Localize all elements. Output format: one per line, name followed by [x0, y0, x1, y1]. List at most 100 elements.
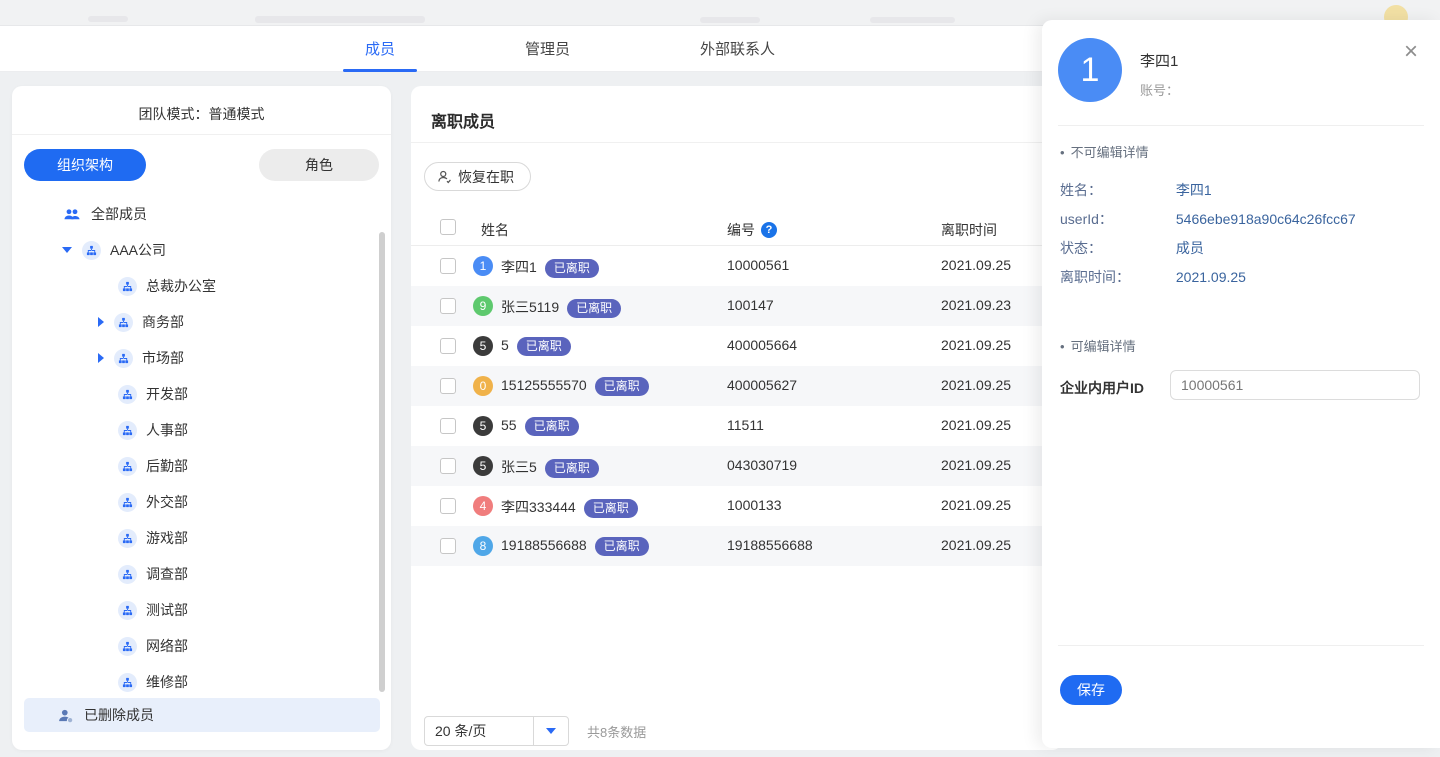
tree-item-dept[interactable]: 市场部 [12, 340, 391, 376]
org-structure-button[interactable]: 组织架构 [24, 149, 146, 181]
chevron-right-icon[interactable] [98, 353, 104, 363]
table-row[interactable]: 8 19188556688已离职 19188556688 2021.09.25 [411, 526, 1062, 566]
page-size-value: 20 条/页 [425, 721, 533, 741]
row-checkbox[interactable] [440, 258, 456, 274]
tree-item-all-members[interactable]: 全部成员 [12, 196, 391, 232]
avatar: 5 [473, 336, 493, 356]
org-icon [118, 493, 137, 512]
tree-item-label: 总裁办公室 [146, 276, 216, 296]
avatar: 1 [473, 256, 493, 276]
tree-item-dept[interactable]: 调查部 [12, 556, 391, 592]
field-value: 成员 [1176, 240, 1204, 256]
account-label: 账号： [1140, 80, 1179, 99]
member-number: 10000561 [727, 257, 789, 273]
table-row[interactable]: 5 5已离职 400005664 2021.09.25 [411, 326, 1062, 366]
internal-user-id-input[interactable] [1170, 370, 1420, 400]
team-mode-title: 团队模式：普通模式 [12, 86, 391, 134]
detail-field: 离职时间： 2021.09.25 [1060, 267, 1420, 287]
member-name: 李四1 [501, 259, 537, 275]
close-icon[interactable]: × [1404, 40, 1418, 64]
tree-item-dept[interactable]: 网络部 [12, 628, 391, 664]
member-number: 19188556688 [727, 537, 813, 553]
table-row[interactable]: 1 李四1已离职 10000561 2021.09.25 [411, 246, 1062, 286]
tree-item-dept[interactable]: 游戏部 [12, 520, 391, 556]
restore-employment-button[interactable]: 恢复在职 [424, 162, 531, 191]
departure-date: 2021.09.25 [941, 377, 1011, 393]
member-name: 55 [501, 417, 517, 433]
status-badge: 已离职 [567, 299, 621, 318]
org-icon [82, 241, 101, 260]
tree-item-dept[interactable]: 测试部 [12, 592, 391, 628]
org-icon [118, 637, 137, 656]
member-name: 李四333444 [501, 499, 576, 515]
org-sidebar: 团队模式：普通模式 组织架构 角色 全部成员 AAA公司 总裁办公室 [12, 86, 391, 750]
tree-item-label: 市场部 [142, 348, 184, 368]
member-name: 李四1 [1140, 50, 1178, 71]
member-name: 5 [501, 337, 509, 353]
org-icon [114, 313, 133, 332]
avatar: 8 [473, 536, 493, 556]
sidebar-scrollbar[interactable] [379, 232, 385, 692]
departure-date: 2021.09.25 [941, 257, 1011, 273]
tree-item-company[interactable]: AAA公司 [12, 232, 391, 268]
tab-admins[interactable]: 管理员 [503, 26, 592, 72]
sidebar-item-deleted-members[interactable]: 已删除成员 [24, 698, 380, 732]
detail-field: 姓名： 李四1 [1060, 180, 1420, 200]
tree-item-dept[interactable]: 后勤部 [12, 448, 391, 484]
avatar: 5 [473, 416, 493, 436]
chevron-down-icon[interactable] [62, 247, 72, 253]
table-row[interactable]: 4 李四333444已离职 1000133 2021.09.25 [411, 486, 1062, 526]
col-header-date: 离职时间 [941, 220, 997, 240]
field-label: 状态： [1060, 238, 1172, 258]
internal-user-id-label: 企业内用户ID [1060, 378, 1144, 398]
org-icon [114, 349, 133, 368]
member-number: 043030719 [727, 457, 797, 473]
tree-item-label: 游戏部 [146, 528, 188, 548]
help-icon[interactable]: ? [761, 222, 777, 238]
tree-item-dept[interactable]: 总裁办公室 [12, 268, 391, 304]
member-number: 1000133 [727, 497, 782, 513]
tree-item-dept[interactable]: 开发部 [12, 376, 391, 412]
tree-item-label: 维修部 [146, 672, 188, 692]
status-badge: 已离职 [545, 459, 599, 478]
row-checkbox[interactable] [440, 338, 456, 354]
tree-item-dept[interactable]: 人事部 [12, 412, 391, 448]
divider [411, 142, 1062, 143]
role-button[interactable]: 角色 [259, 149, 379, 181]
page-size-select[interactable]: 20 条/页 [424, 716, 569, 746]
tree-item-label: 开发部 [146, 384, 188, 404]
org-icon [118, 673, 137, 692]
tree-item-dept[interactable]: 外交部 [12, 484, 391, 520]
table-row[interactable]: 9 张三5119已离职 100147 2021.09.23 [411, 286, 1062, 326]
row-checkbox[interactable] [440, 298, 456, 314]
row-checkbox[interactable] [440, 538, 456, 554]
table-row[interactable]: 5 55已离职 11511 2021.09.25 [411, 406, 1062, 446]
tab-external-contacts[interactable]: 外部联系人 [678, 26, 797, 72]
row-checkbox[interactable] [440, 418, 456, 434]
org-icon [118, 457, 137, 476]
tree-item-dept[interactable]: 商务部 [12, 304, 391, 340]
table-row[interactable]: 5 张三5已离职 043030719 2021.09.25 [411, 446, 1062, 486]
col-header-number: 编号 [727, 220, 755, 240]
detail-field: 状态： 成员 [1060, 238, 1420, 258]
people-icon [62, 204, 82, 224]
org-icon [118, 385, 137, 404]
table-row[interactable]: 0 15125555570已离职 400005627 2021.09.25 [411, 366, 1062, 406]
tab-members[interactable]: 成员 [343, 26, 417, 72]
field-label: 离职时间： [1060, 267, 1172, 287]
row-checkbox[interactable] [440, 378, 456, 394]
chevron-right-icon[interactable] [98, 317, 104, 327]
row-checkbox[interactable] [440, 498, 456, 514]
row-checkbox[interactable] [440, 458, 456, 474]
tree-item-label: 调查部 [146, 564, 188, 584]
select-all-checkbox[interactable] [440, 219, 456, 235]
tree-item-dept[interactable]: 维修部 [12, 664, 391, 700]
org-icon [118, 421, 137, 440]
deleted-person-icon [55, 705, 75, 725]
editable-section-title: 可编辑详情 [1060, 336, 1136, 355]
field-value: 2021.09.25 [1176, 269, 1246, 285]
divider [1058, 125, 1424, 126]
field-value: 李四1 [1176, 182, 1212, 198]
total-count-text: 共8条数据 [587, 722, 646, 741]
save-button[interactable]: 保存 [1060, 675, 1122, 705]
